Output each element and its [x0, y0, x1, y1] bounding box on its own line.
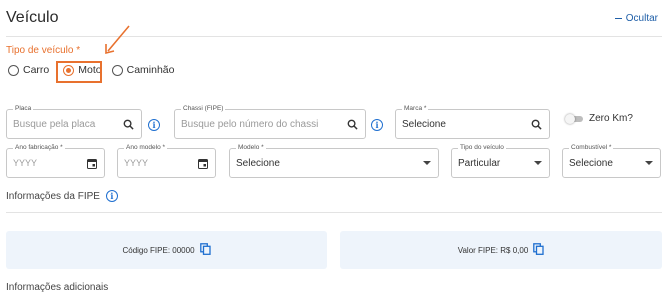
section-title-vehicle: Veículo: [6, 9, 59, 26]
model-year-input[interactable]: YYYY: [124, 149, 148, 177]
brand-select[interactable]: Selecione: [402, 110, 446, 138]
search-icon[interactable]: [531, 110, 542, 138]
radio-caminhao[interactable]: Caminhão: [111, 64, 175, 76]
calendar-icon[interactable]: [87, 149, 97, 177]
manufacture-year-input[interactable]: YYYY: [13, 149, 37, 177]
radio-circle-icon: [8, 64, 19, 76]
fipe-value-text: Valor FIPE: R$ 0,00: [457, 245, 529, 255]
zero-km-toggle[interactable]: [565, 114, 583, 124]
calendar-icon[interactable]: [198, 149, 208, 177]
hide-label: Ocultar: [625, 13, 658, 24]
fipe-value-card: Valor FIPE: R$ 0,00: [340, 231, 662, 269]
radio-carro[interactable]: Carro: [8, 64, 49, 76]
radio-circle-icon: [111, 64, 123, 76]
copy-icon[interactable]: [199, 243, 211, 257]
fipe-section-title: Informações da FIPE: [6, 190, 100, 202]
divider: [6, 212, 662, 213]
search-icon[interactable]: [347, 110, 358, 138]
fipe-code-text: Código FIPE: 00000: [122, 245, 195, 255]
model-year-field[interactable]: Ano modelo * YYYY: [117, 143, 216, 178]
hide-section-link[interactable]: Ocultar: [614, 13, 658, 24]
chevron-down-icon[interactable]: [645, 149, 653, 177]
additional-section-title: Informações adicionais: [6, 282, 109, 293]
collapse-icon: [614, 18, 622, 19]
manufacture-year-field[interactable]: Ano fabricação * YYYY: [6, 143, 105, 178]
model-select[interactable]: Selecione: [236, 149, 280, 177]
fuel-field[interactable]: Combustível * Selecione: [562, 143, 661, 178]
chassis-info-icon[interactable]: i: [371, 119, 383, 131]
plate-info-icon[interactable]: i: [148, 119, 160, 131]
highlight-box: [56, 61, 102, 83]
radio-label: Carro: [23, 64, 50, 76]
copy-icon[interactable]: [533, 243, 544, 257]
chevron-down-icon[interactable]: [534, 149, 542, 177]
fipe-code-card: Código FIPE: 00000: [6, 231, 327, 269]
fuel-select[interactable]: Selecione: [569, 149, 613, 177]
model-field[interactable]: Modelo * Selecione: [229, 143, 439, 178]
vehicle-kind-field[interactable]: Tipo do veículo Particular: [451, 143, 550, 178]
zero-km-label: Zero Km?: [589, 113, 633, 124]
vehicle-kind-select[interactable]: Particular: [458, 149, 500, 177]
plate-field[interactable]: Placa Busque pela placa: [6, 104, 142, 139]
brand-field[interactable]: Marca * Selecione: [395, 104, 550, 139]
plate-input[interactable]: Busque pela placa: [13, 110, 95, 138]
vehicle-type-label: Tipo de veículo *: [6, 45, 81, 56]
annotation-arrow-icon: [105, 25, 130, 55]
chevron-down-icon[interactable]: [423, 149, 431, 177]
search-icon[interactable]: [123, 110, 134, 138]
chassis-field[interactable]: Chassi (FIPE) Busque pelo número do chas…: [174, 104, 366, 139]
radio-label: Caminhão: [126, 64, 175, 76]
chassis-input[interactable]: Busque pelo número do chassi: [181, 110, 318, 138]
fipe-info-icon[interactable]: i: [105, 190, 118, 202]
fipe-section-header: Informações da FIPE i: [6, 190, 118, 202]
